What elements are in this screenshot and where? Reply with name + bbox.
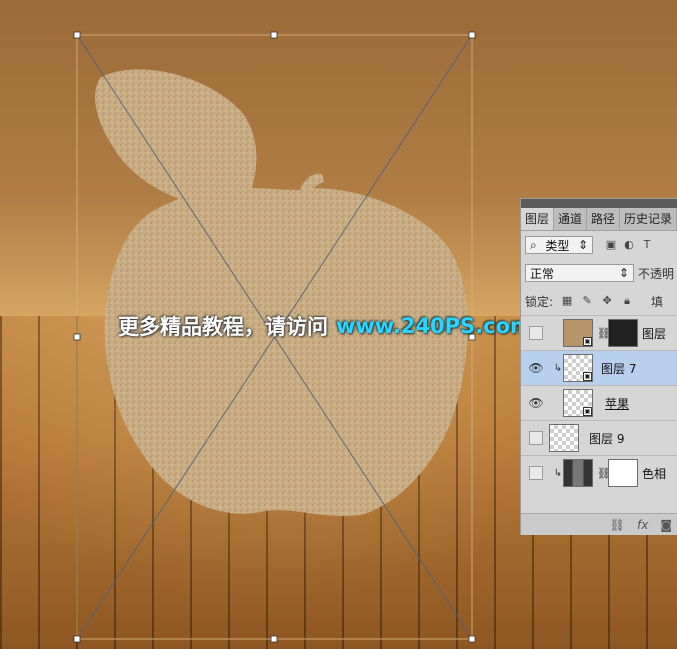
smart-object-icon: ▣ [583,407,592,416]
panel-titlebar[interactable] [521,199,677,208]
layer-thumbnail: ▣ [563,319,593,347]
layer-name[interactable]: 图层 7 [601,360,636,377]
sand-apple [104,188,468,517]
layer-name[interactable]: 图层 9 [589,430,624,447]
lock-move-icon[interactable]: ✥ [601,295,613,307]
visibility-toggle[interactable] [529,431,543,445]
layer-thumbnail [549,424,579,452]
lock-row: 锁定: ▦ ✎ ✥ 🔒︎ 填 [521,287,677,315]
adjustment-filter-icon[interactable]: ◐ [623,239,635,251]
smart-object-icon: ▣ [583,372,592,381]
eye-icon[interactable]: 👁︎ [528,396,543,410]
link-layers-icon[interactable]: ⛓︎ [610,518,625,532]
chevron-updown-icon: ⇕ [577,238,588,252]
lock-transparent-icon[interactable]: ▦ [561,295,573,307]
tab-history[interactable]: 历史记录 [620,208,677,230]
watermark: 更多精品教程，请访问 www.240PS.com [118,310,532,342]
fx-icon[interactable]: fx [637,518,648,532]
layer-row-selected[interactable]: 👁︎ ↳ ▣ 图层 7 [521,350,677,385]
layers-panel: 图层 通道 路径 历史记录 ⌕ 类型 ⇕ ▣ ◐ T 正常 ⇕ 不透明 锁定: … [520,198,677,535]
tab-layers[interactable]: 图层 [521,208,555,230]
visibility-toggle[interactable] [529,326,543,340]
lock-paint-icon[interactable]: ✎ [581,295,593,307]
watermark-text: 更多精品教程，请访问 [118,315,328,339]
layers-list: ▣ ⛓︎ 图层 👁︎ ↳ ▣ 图层 7 👁︎ ▣ 苹果 图层 9 ↳ ⛓︎ 色相 [521,315,677,490]
blend-row: 正常 ⇕ 不透明 [521,259,677,287]
visibility-toggle[interactable] [529,466,543,480]
tab-channels[interactable]: 通道 [554,208,588,230]
filter-row: ⌕ 类型 ⇕ ▣ ◐ T [521,231,677,259]
mask-thumbnail[interactable] [608,319,638,347]
layer-thumbnail: ▣ [563,354,593,382]
link-icon[interactable]: ⛓︎ [597,327,611,340]
layer-thumbnail: ▣ [563,389,593,417]
layer-row[interactable]: ↳ ⛓︎ 色相 [521,455,677,490]
adjustment-thumbnail [563,459,593,487]
add-mask-icon[interactable]: ◙ [660,518,672,532]
search-icon: ⌕ [530,237,537,252]
filter-kind-label: 类型 [545,238,570,253]
mask-thumbnail[interactable] [608,459,638,487]
opacity-label: 不透明 [637,266,674,281]
layer-name[interactable]: 苹果 [605,395,629,412]
type-filter-icon[interactable]: T [641,239,653,251]
smart-object-icon: ▣ [583,337,592,346]
layer-name[interactable]: 图层 [642,325,666,342]
blend-mode-value: 正常 [530,266,555,281]
filter-kind-dropdown[interactable]: ⌕ 类型 ⇕ [525,236,593,254]
watermark-url: www.240PS.com [336,314,532,338]
link-icon[interactable]: ⛓︎ [597,467,611,480]
lock-all-icon[interactable]: 🔒︎ [621,295,633,307]
lock-label: 锁定: [525,294,554,309]
clipping-arrow-icon: ↳ [553,467,563,479]
tab-paths[interactable]: 路径 [587,208,621,230]
clipping-arrow-icon: ↳ [553,362,563,374]
layer-row[interactable]: ▣ ⛓︎ 图层 [521,315,677,350]
panel-footer: ⛓︎ fx ◙ [521,513,677,535]
layer-row[interactable]: 图层 9 [521,420,677,455]
blend-mode-dropdown[interactable]: 正常 ⇕ [525,264,634,282]
chevron-updown-icon: ⇕ [618,266,629,280]
fill-label: 填 [651,294,664,309]
panel-tabs: 图层 通道 路径 历史记录 [521,208,677,231]
eye-icon[interactable]: 👁︎ [528,361,543,375]
layer-row[interactable]: 👁︎ ▣ 苹果 [521,385,677,420]
layer-name[interactable]: 色相 [642,465,666,482]
image-filter-icon[interactable]: ▣ [605,239,617,251]
